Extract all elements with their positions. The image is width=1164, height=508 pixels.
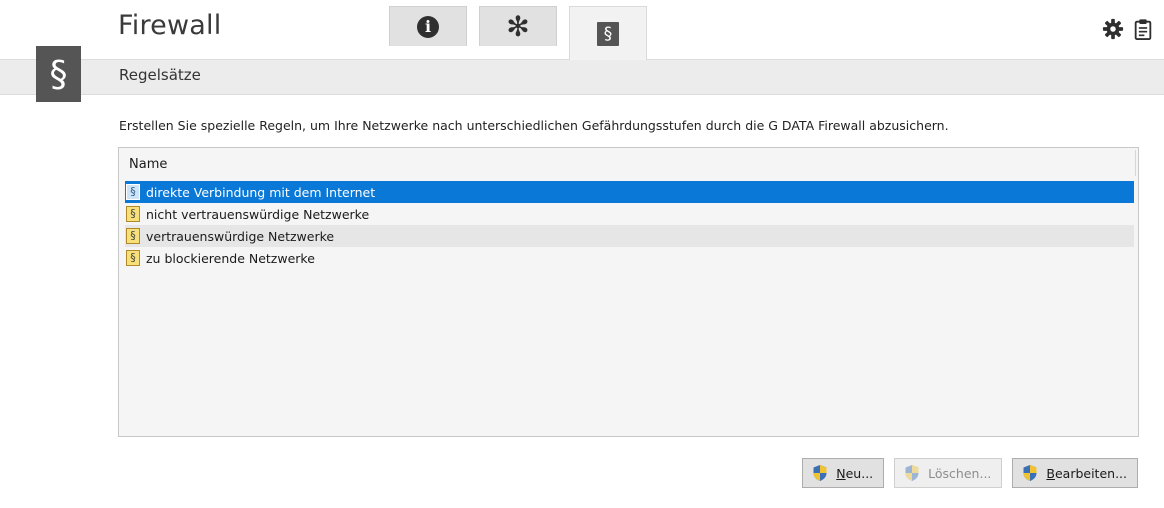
action-buttons: Neu... Löschen... Bearbeiten... — [802, 458, 1138, 488]
shield-icon — [905, 465, 919, 481]
ruleset-icon: § — [126, 206, 140, 222]
list-item-label: nicht vertrauenswürdige Netzwerke — [146, 206, 370, 222]
list-item-label: vertrauenswürdige Netzwerke — [146, 228, 335, 244]
description-text: Erstellen Sie spezielle Regeln, um Ihre … — [119, 118, 949, 133]
ruleset-icon: § — [126, 228, 140, 244]
section-title: Regelsätze — [119, 66, 201, 84]
gear-icon[interactable] — [1102, 18, 1124, 40]
tab-settings[interactable]: ✻ — [479, 6, 557, 46]
edit-button[interactable]: Bearbeiten... — [1012, 458, 1138, 488]
paragraph-icon: § — [597, 21, 619, 46]
shield-icon — [813, 465, 827, 481]
ruleset-icon: § — [126, 250, 140, 266]
edit-button-mnemonic: B — [1046, 465, 1055, 481]
asterisk-icon: ✻ — [506, 9, 530, 43]
edit-button-label: earbeiten... — [1054, 465, 1127, 481]
tab-rulesets[interactable]: § — [569, 6, 647, 60]
top-toolbar — [1102, 18, 1154, 40]
shield-icon — [1023, 465, 1037, 481]
ruleset-rows: § direkte Verbindung mit dem Internet § … — [125, 181, 1134, 269]
delete-button-label: Löschen... — [928, 465, 992, 481]
list-item-label: direkte Verbindung mit dem Internet — [146, 184, 376, 200]
tab-info[interactable]: i — [389, 6, 467, 46]
list-item[interactable]: § direkte Verbindung mit dem Internet — [125, 181, 1134, 203]
list-item[interactable]: § vertrauenswürdige Netzwerke — [125, 225, 1134, 247]
column-header-name[interactable]: Name — [129, 157, 167, 172]
app-title: Firewall — [118, 10, 222, 41]
scrollbar-edge — [1135, 150, 1136, 176]
list-item[interactable]: § zu blockierende Netzwerke — [125, 247, 1134, 269]
clipboard-icon[interactable] — [1132, 18, 1154, 40]
paragraph-icon: § — [36, 46, 81, 102]
ruleset-list[interactable]: Name § direkte Verbindung mit dem Intern… — [118, 147, 1139, 437]
new-button-mnemonic: N — [836, 465, 846, 481]
ruleset-icon: § — [126, 184, 140, 200]
info-icon: i — [417, 15, 439, 38]
list-item-label: zu blockierende Netzwerke — [146, 250, 315, 266]
new-button[interactable]: Neu... — [802, 458, 885, 488]
new-button-label: eu... — [845, 465, 874, 481]
list-item[interactable]: § nicht vertrauenswürdige Netzwerke — [125, 203, 1134, 225]
delete-button[interactable]: Löschen... — [894, 458, 1003, 488]
